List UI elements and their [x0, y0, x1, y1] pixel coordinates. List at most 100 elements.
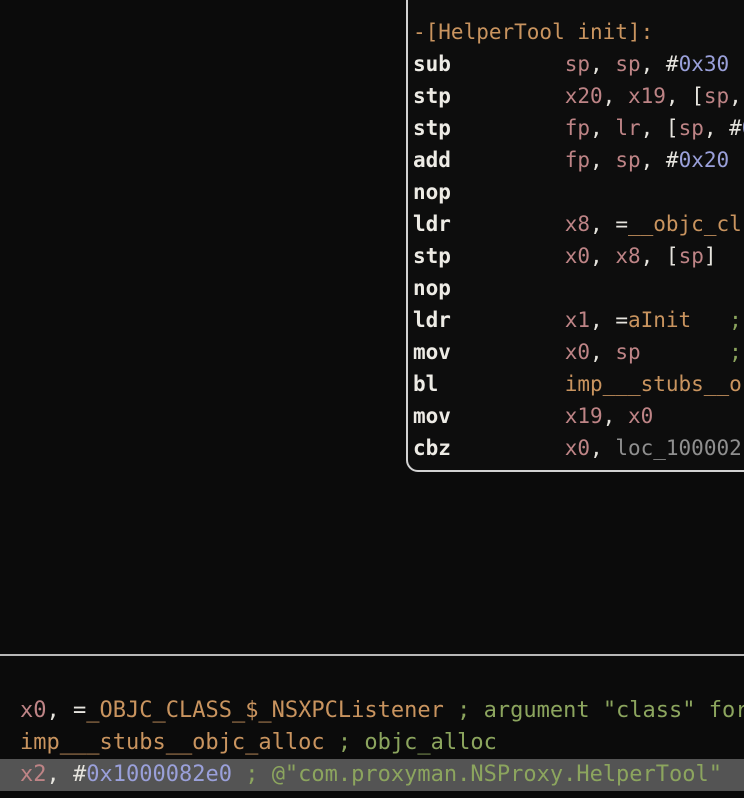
- asm-token-s: imp___stubs__o: [565, 372, 742, 396]
- asm-token-p: [451, 212, 565, 236]
- asm-token-p: [641, 340, 730, 364]
- asm-token-p: , =: [47, 698, 87, 723]
- asm-token-p: ,: [590, 148, 615, 172]
- asm-token-s: imp___stubs__objc_alloc: [20, 730, 325, 755]
- asm-token-p: , #: [641, 52, 679, 76]
- asm-token-i: 0x20: [679, 148, 730, 172]
- disassembler-window: { "colors": { "background": "#0b0b0b", "…: [0, 0, 744, 798]
- asm-token-p: , [: [666, 84, 704, 108]
- asm-token-c: ; argument "class" for: [444, 698, 744, 723]
- asm-token-p: [451, 116, 565, 140]
- asm-line[interactable]: bl imp___stubs__o: [413, 368, 744, 400]
- asm-token-m: stp: [413, 84, 451, 108]
- asm-token-p: , #: [641, 148, 679, 172]
- asm-token-r: sp: [615, 52, 640, 76]
- asm-line[interactable]: mov x0, sp ;: [413, 336, 744, 368]
- asm-token-r: x8: [565, 212, 590, 236]
- asm-token-p: ,: [590, 244, 615, 268]
- asm-token-r: sp: [679, 116, 704, 140]
- asm-token-p: , =: [590, 308, 628, 332]
- asm-token-m: cbz: [413, 436, 451, 460]
- asm-line[interactable]: x0, =_OBJC_CLASS_$_NSXPCListener ; argum…: [0, 695, 744, 727]
- asm-token-c: ; objc_alloc: [325, 730, 497, 755]
- asm-line-selected[interactable]: x2, #0x1000082e0 ; @"com.proxyman.NSProx…: [0, 759, 744, 791]
- asm-line[interactable]: nop: [413, 176, 744, 208]
- asm-token-r: x0: [565, 340, 590, 364]
- asm-token-p: [451, 404, 565, 428]
- asm-token-p: [451, 436, 565, 460]
- asm-token-p: ,: [603, 84, 628, 108]
- asm-token-p: [451, 340, 565, 364]
- asm-token-c: ;: [729, 308, 742, 332]
- asm-token-m: mov: [413, 340, 451, 364]
- asm-token-p: [451, 52, 565, 76]
- asm-line[interactable]: mov x19, x0: [413, 400, 744, 432]
- asm-token-r: x0: [565, 436, 590, 460]
- asm-token-p: , #: [729, 84, 744, 108]
- asm-token-r: x0: [628, 404, 653, 428]
- asm-token-r: sp: [704, 84, 729, 108]
- disassembly-preview-panel: -[HelperTool init]:sub sp, sp, #0x30stp …: [406, 0, 744, 472]
- asm-token-p: ,: [590, 340, 615, 364]
- asm-token-r: fp: [565, 148, 590, 172]
- asm-token-r: x20: [565, 84, 603, 108]
- asm-token-p: , =: [590, 212, 628, 236]
- asm-token-i: 0x1000082e0: [86, 762, 232, 787]
- asm-token-m: nop: [413, 180, 451, 204]
- asm-token-m: stp: [413, 116, 451, 140]
- asm-token-r: lr: [615, 116, 640, 140]
- asm-token-i: 0x30: [679, 52, 730, 76]
- asm-token-r: x2: [20, 762, 47, 787]
- asm-line[interactable]: stp fp, lr, [sp, #0x20]: [413, 112, 744, 144]
- asm-token-r: x19: [565, 404, 603, 428]
- asm-token-m: stp: [413, 244, 451, 268]
- asm-token-m: add: [413, 148, 451, 172]
- asm-token-p: [451, 244, 565, 268]
- asm-token-r: sp: [615, 148, 640, 172]
- asm-line[interactable]: -[HelperTool init]:: [413, 16, 744, 48]
- asm-token-p: ,: [603, 404, 628, 428]
- asm-token-s: _OBJC_CLASS_$_NSXPCListener: [86, 698, 444, 723]
- asm-token-p: ,: [590, 116, 615, 140]
- asm-token-c: ;: [729, 340, 742, 364]
- asm-token-p: , [: [641, 116, 679, 140]
- asm-token-r: x1: [565, 308, 590, 332]
- asm-token-r: sp: [615, 340, 640, 364]
- asm-token-p: , #: [47, 762, 87, 787]
- asm-token-p: [451, 84, 565, 108]
- asm-token-c: ; @"com.proxyman.NSProxy.HelperTool": [232, 762, 722, 787]
- asm-line[interactable]: imp___stubs__objc_alloc ; objc_alloc: [0, 727, 744, 759]
- asm-token-m: ldr: [413, 212, 451, 236]
- asm-line[interactable]: stp x20, x19, [sp, #0x10]: [413, 80, 744, 112]
- asm-token-m: sub: [413, 52, 451, 76]
- asm-token-p: [691, 308, 729, 332]
- asm-token-r: fp: [565, 116, 590, 140]
- asm-token-r: x8: [615, 244, 640, 268]
- asm-line[interactable]: sub sp, sp, #0x30: [413, 48, 744, 80]
- asm-token-p: [451, 308, 565, 332]
- asm-token-r: x0: [20, 698, 47, 723]
- disassembly-listing: x0, =_OBJC_CLASS_$_NSXPCListener ; argum…: [0, 695, 744, 791]
- asm-token-m: mov: [413, 404, 451, 428]
- asm-line[interactable]: add fp, sp, #0x20: [413, 144, 744, 176]
- asm-line[interactable]: cbz x0, loc_100002: [413, 432, 744, 464]
- asm-line[interactable]: stp x0, x8, [sp]: [413, 240, 744, 272]
- asm-token-m: bl: [413, 372, 438, 396]
- asm-token-p: ,: [590, 436, 615, 460]
- asm-token-p: [438, 372, 564, 396]
- asm-token-p: [451, 148, 565, 172]
- separator-line: [0, 654, 744, 656]
- asm-token-p: , #: [704, 116, 742, 140]
- asm-token-s: aInit: [628, 308, 691, 332]
- asm-line[interactable]: ldr x1, =aInit ;: [413, 304, 744, 336]
- asm-token-p: ]: [704, 244, 717, 268]
- asm-token-proc: -[HelperTool init]:: [413, 20, 653, 44]
- asm-token-g: loc_100002: [615, 436, 741, 460]
- asm-line[interactable]: ldr x8, =__objc_cl: [413, 208, 744, 240]
- asm-token-r: x0: [565, 244, 590, 268]
- asm-line[interactable]: nop: [413, 272, 744, 304]
- asm-token-r: x19: [628, 84, 666, 108]
- asm-token-p: ,: [590, 52, 615, 76]
- asm-token-m: ldr: [413, 308, 451, 332]
- asm-token-m: nop: [413, 276, 451, 300]
